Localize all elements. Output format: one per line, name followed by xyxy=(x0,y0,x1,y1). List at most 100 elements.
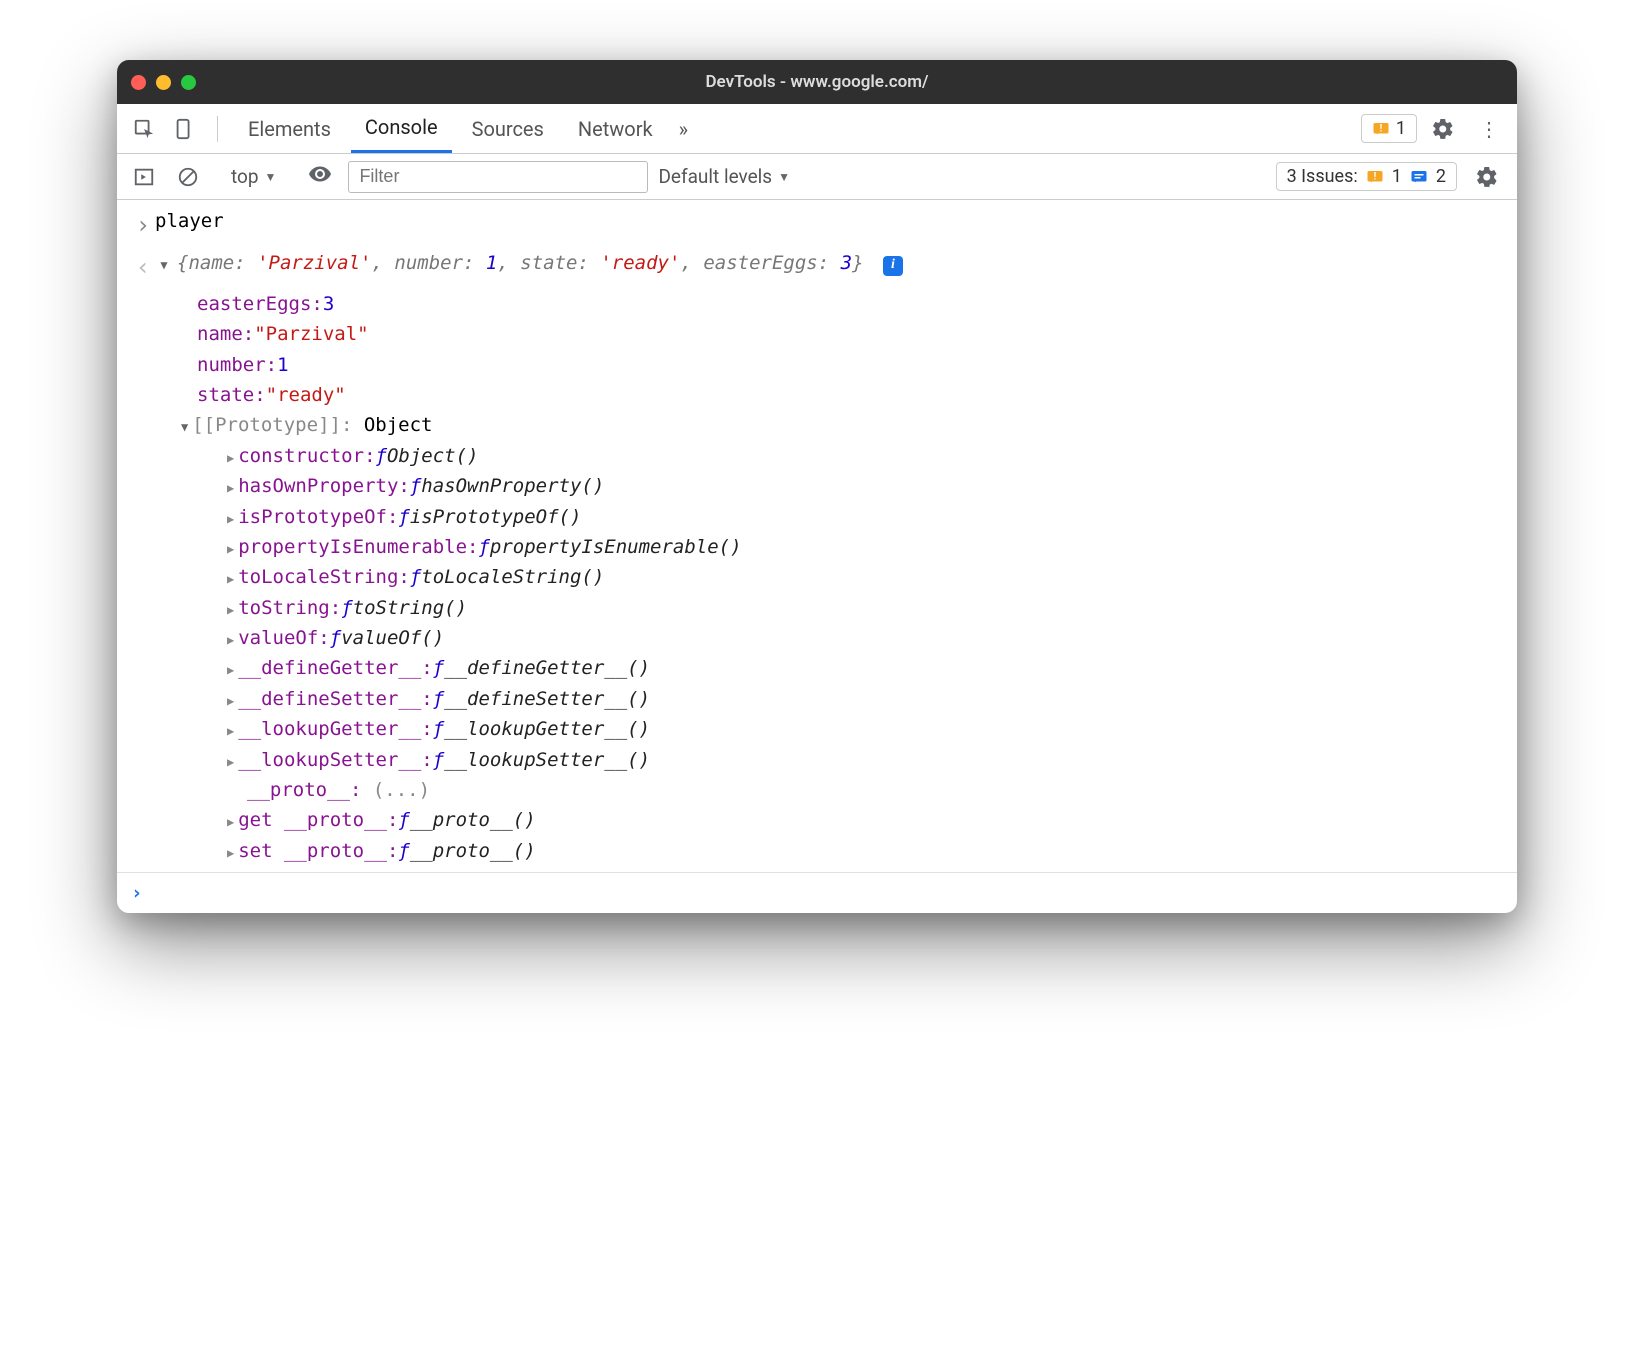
object-property-row[interactable]: number: 1 xyxy=(197,350,1517,380)
proto-accessor-row[interactable]: set __proto__: ƒ __proto__() xyxy=(227,836,1517,866)
disclosure-closed-icon[interactable] xyxy=(227,836,238,866)
prompt-chevron-icon: › xyxy=(131,878,142,908)
disclosure-closed-icon[interactable] xyxy=(227,562,238,592)
main-toolbar: Elements Console Sources Network » ! 1 ⋮ xyxy=(117,104,1517,154)
method-key: __lookupGetter__: xyxy=(238,714,432,744)
filter-input[interactable] xyxy=(348,161,648,193)
method-key: hasOwnProperty: xyxy=(238,471,410,501)
property-value: 3 xyxy=(323,289,334,319)
function-glyph: ƒ xyxy=(376,441,387,471)
issues-info-count: 2 xyxy=(1436,166,1446,187)
accessor-fn: __proto__() xyxy=(410,805,536,835)
method-key: __defineGetter__: xyxy=(238,653,432,683)
more-options-icon[interactable]: ⋮ xyxy=(1469,117,1507,141)
function-glyph: ƒ xyxy=(433,684,444,714)
disclosure-closed-icon[interactable] xyxy=(227,471,238,501)
function-glyph: ƒ xyxy=(398,805,409,835)
property-key: easterEggs: xyxy=(197,289,323,319)
close-window-button[interactable] xyxy=(131,75,146,90)
console-prompt[interactable]: › xyxy=(117,873,1517,913)
svg-text:!: ! xyxy=(1373,171,1376,182)
disclosure-closed-icon[interactable] xyxy=(227,502,238,532)
proto-method-row[interactable]: hasOwnProperty: ƒ hasOwnProperty() xyxy=(227,471,1517,501)
disclosure-closed-icon[interactable] xyxy=(227,714,238,744)
function-glyph: ƒ xyxy=(433,745,444,775)
tabs-overflow-button[interactable]: » xyxy=(673,117,694,141)
console-subbar: top ▼ Default levels ▼ 3 Issues: ! 1 2 xyxy=(117,154,1517,200)
proto-method-row[interactable]: __defineGetter__: ƒ __defineGetter__() xyxy=(227,653,1517,683)
proto-val: (...) xyxy=(373,775,430,805)
disclosure-closed-icon[interactable] xyxy=(227,441,238,471)
tab-sources[interactable]: Sources xyxy=(458,104,558,153)
proto-method-row[interactable]: toString: ƒ toString() xyxy=(227,593,1517,623)
proto-method-row[interactable]: propertyIsEnumerable: ƒ propertyIsEnumer… xyxy=(227,532,1517,562)
method-fn: hasOwnProperty() xyxy=(421,471,604,501)
method-fn: toLocaleString() xyxy=(421,562,604,592)
settings-icon[interactable] xyxy=(1423,117,1463,141)
prototype-row[interactable]: [[Prototype]]: Object xyxy=(181,410,1517,440)
disclosure-closed-icon[interactable] xyxy=(227,593,238,623)
live-expression-icon[interactable] xyxy=(302,162,338,191)
dropdown-icon: ▼ xyxy=(265,170,277,184)
tab-elements[interactable]: Elements xyxy=(234,104,345,153)
property-value: "ready" xyxy=(266,380,346,410)
minimize-window-button[interactable] xyxy=(156,75,171,90)
method-key: propertyIsEnumerable: xyxy=(238,532,478,562)
console-settings-icon[interactable] xyxy=(1467,165,1507,189)
function-glyph: ƒ xyxy=(398,502,409,532)
disclosure-closed-icon[interactable] xyxy=(227,805,238,835)
warnings-badge[interactable]: ! 1 xyxy=(1361,114,1417,143)
function-glyph: ƒ xyxy=(478,532,489,562)
disclosure-open-icon[interactable] xyxy=(160,252,171,274)
proto-prop-row[interactable]: __proto__: (...) xyxy=(227,775,1517,805)
console-sidebar-toggle-icon[interactable] xyxy=(127,166,161,188)
tab-network[interactable]: Network xyxy=(564,104,667,153)
function-glyph: ƒ xyxy=(410,471,421,501)
disclosure-closed-icon[interactable] xyxy=(227,532,238,562)
console-result-row[interactable]: {name: 'Parzival', number: 1, state: 're… xyxy=(117,246,1517,288)
proto-method-row[interactable]: valueOf: ƒ valueOf() xyxy=(227,623,1517,653)
proto-method-row[interactable]: toLocaleString: ƒ toLocaleString() xyxy=(227,562,1517,592)
zoom-window-button[interactable] xyxy=(181,75,196,90)
disclosure-closed-icon[interactable] xyxy=(227,684,238,714)
context-selector[interactable]: top ▼ xyxy=(225,165,282,188)
toolbar-divider xyxy=(217,116,218,142)
issues-label: 3 Issues: xyxy=(1287,166,1358,187)
info-badge-icon[interactable]: i xyxy=(883,256,903,276)
function-glyph: ƒ xyxy=(398,836,409,866)
function-glyph: ƒ xyxy=(433,714,444,744)
tab-console[interactable]: Console xyxy=(351,104,452,153)
clear-console-icon[interactable] xyxy=(171,166,205,188)
issues-panel[interactable]: 3 Issues: ! 1 2 xyxy=(1276,162,1457,191)
disclosure-closed-icon[interactable] xyxy=(227,653,238,683)
prototype-label: [[Prototype]]: xyxy=(192,410,352,440)
context-label: top xyxy=(231,165,259,188)
inspect-element-icon[interactable] xyxy=(127,118,161,140)
proto-method-row[interactable]: __lookupGetter__: ƒ __lookupGetter__() xyxy=(227,714,1517,744)
proto-accessor-row[interactable]: get __proto__: ƒ __proto__() xyxy=(227,805,1517,835)
log-levels-selector[interactable]: Default levels ▼ xyxy=(658,165,790,188)
proto-method-row[interactable]: __defineSetter__: ƒ __defineSetter__() xyxy=(227,684,1517,714)
disclosure-closed-icon[interactable] xyxy=(227,745,238,775)
method-key: constructor: xyxy=(238,441,375,471)
object-property-row[interactable]: state: "ready" xyxy=(197,380,1517,410)
warnings-count: 1 xyxy=(1396,118,1406,139)
object-property-row[interactable]: name: "Parzival" xyxy=(197,319,1517,349)
property-key: state: xyxy=(197,380,266,410)
proto-method-row[interactable]: __lookupSetter__: ƒ __lookupSetter__() xyxy=(227,745,1517,775)
traffic-lights xyxy=(131,75,196,90)
window-titlebar: DevTools - www.google.com/ xyxy=(117,60,1517,104)
window-title: DevTools - www.google.com/ xyxy=(117,72,1517,92)
method-fn: __lookupSetter__() xyxy=(444,745,650,775)
device-toolbar-icon[interactable] xyxy=(167,118,201,140)
proto-method-row[interactable]: constructor: ƒ Object() xyxy=(227,441,1517,471)
property-value: "Parzival" xyxy=(254,319,368,349)
disclosure-closed-icon[interactable] xyxy=(227,623,238,653)
input-text: player xyxy=(155,206,1503,236)
console-output: player {name: 'Parzival', number: 1, sta… xyxy=(117,200,1517,913)
object-property-row[interactable]: easterEggs: 3 xyxy=(197,289,1517,319)
proto-method-row[interactable]: isPrototypeOf: ƒ isPrototypeOf() xyxy=(227,502,1517,532)
disclosure-open-icon[interactable] xyxy=(181,410,192,440)
method-key: valueOf: xyxy=(238,623,330,653)
method-fn: Object() xyxy=(387,441,479,471)
